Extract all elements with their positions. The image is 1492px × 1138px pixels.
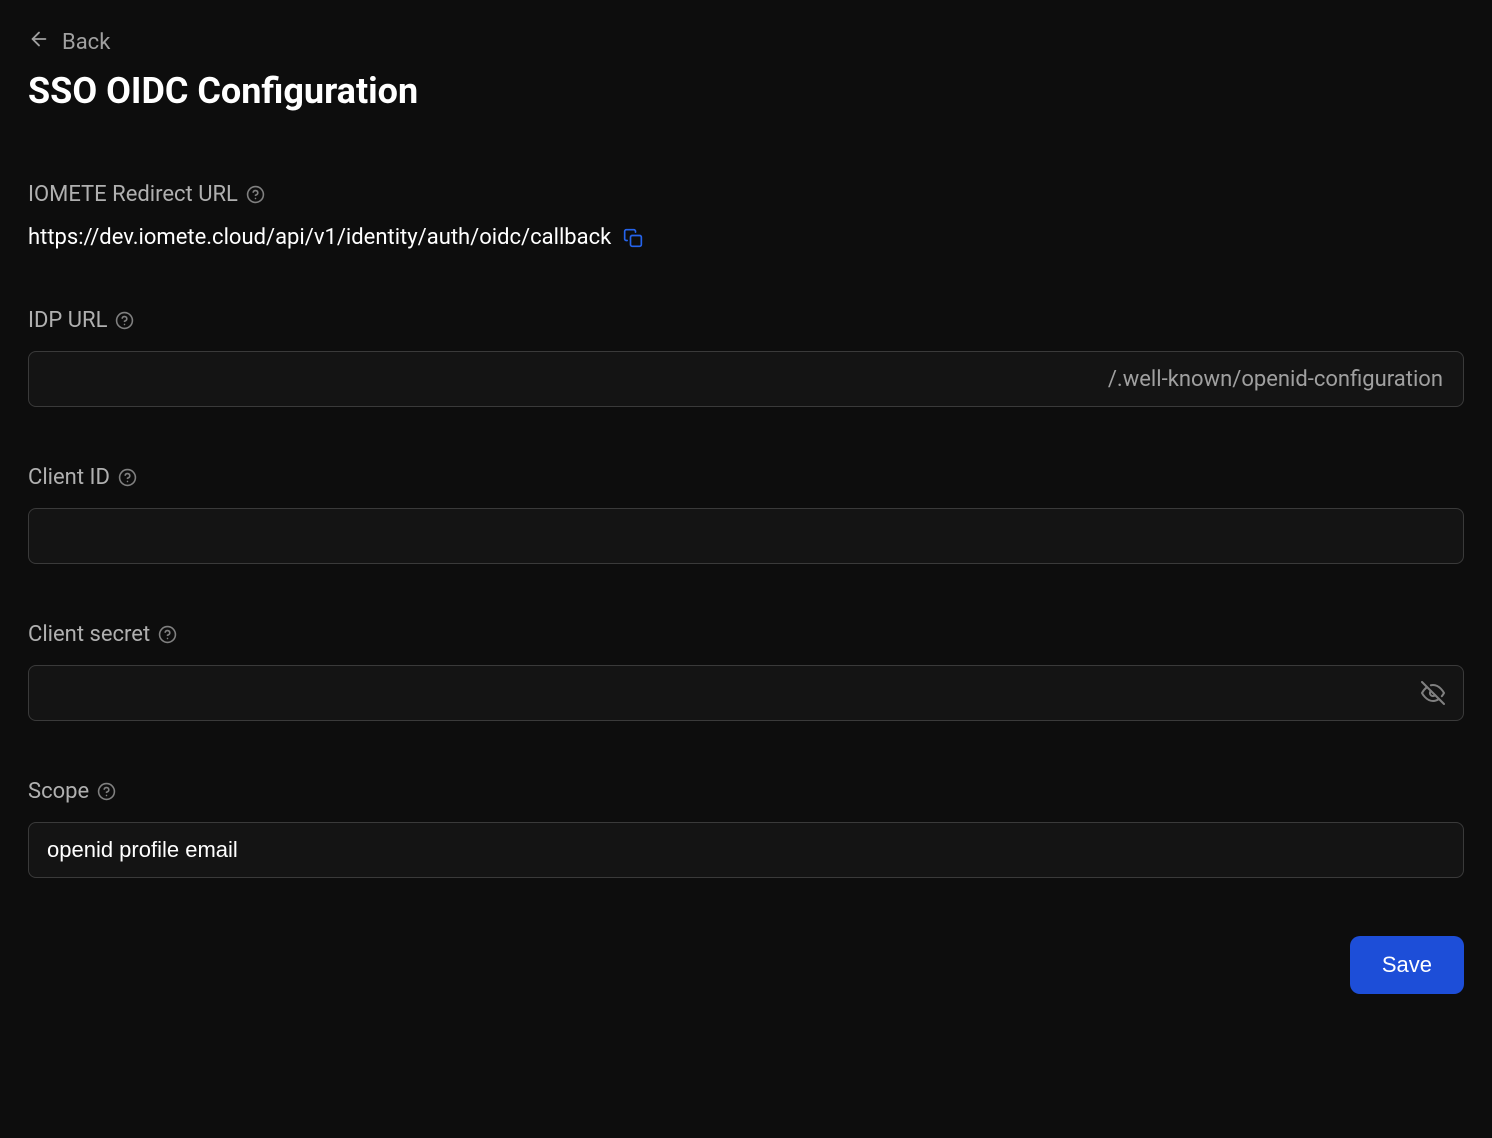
idp-url-input-wrapper: /.well-known/openid-configuration xyxy=(28,351,1464,407)
scope-field: Scope xyxy=(28,779,1464,878)
copy-icon[interactable] xyxy=(623,228,643,248)
help-icon[interactable] xyxy=(115,311,134,330)
footer: Save xyxy=(28,936,1464,994)
scope-label: Scope xyxy=(28,779,1464,804)
redirect-url-label-text: IOMETE Redirect URL xyxy=(28,182,238,207)
redirect-url-value: https://dev.iomete.cloud/api/v1/identity… xyxy=(28,225,611,250)
back-label: Back xyxy=(62,30,110,55)
idp-url-field: IDP URL /.well-known/openid-configuratio… xyxy=(28,308,1464,407)
client-secret-label: Client secret xyxy=(28,622,1464,647)
client-id-label-text: Client ID xyxy=(28,465,110,490)
help-icon[interactable] xyxy=(118,468,137,487)
client-secret-input-wrapper xyxy=(28,665,1464,721)
idp-url-label: IDP URL xyxy=(28,308,1464,333)
client-id-field: Client ID xyxy=(28,465,1464,564)
client-secret-label-text: Client secret xyxy=(28,622,150,647)
save-button[interactable]: Save xyxy=(1350,936,1464,994)
client-id-input[interactable] xyxy=(28,508,1464,564)
arrow-left-icon xyxy=(28,28,50,56)
redirect-url-label: IOMETE Redirect URL xyxy=(28,182,1464,207)
idp-url-suffix: /.well-known/openid-configuration xyxy=(1108,353,1463,406)
idp-url-input[interactable] xyxy=(29,352,1108,406)
client-id-label: Client ID xyxy=(28,465,1464,490)
redirect-url-value-row: https://dev.iomete.cloud/api/v1/identity… xyxy=(28,225,1464,250)
help-icon[interactable] xyxy=(97,782,116,801)
page-title: SSO OIDC Configuration xyxy=(28,70,1464,112)
client-secret-input[interactable] xyxy=(29,666,1403,720)
help-icon[interactable] xyxy=(158,625,177,644)
redirect-url-field: IOMETE Redirect URL https://dev.iomete.c… xyxy=(28,182,1464,250)
eye-off-icon[interactable] xyxy=(1403,681,1463,705)
scope-input[interactable] xyxy=(28,822,1464,878)
client-secret-field: Client secret xyxy=(28,622,1464,721)
back-link[interactable]: Back xyxy=(28,28,110,56)
help-icon[interactable] xyxy=(246,185,265,204)
idp-url-label-text: IDP URL xyxy=(28,308,107,333)
scope-label-text: Scope xyxy=(28,779,89,804)
